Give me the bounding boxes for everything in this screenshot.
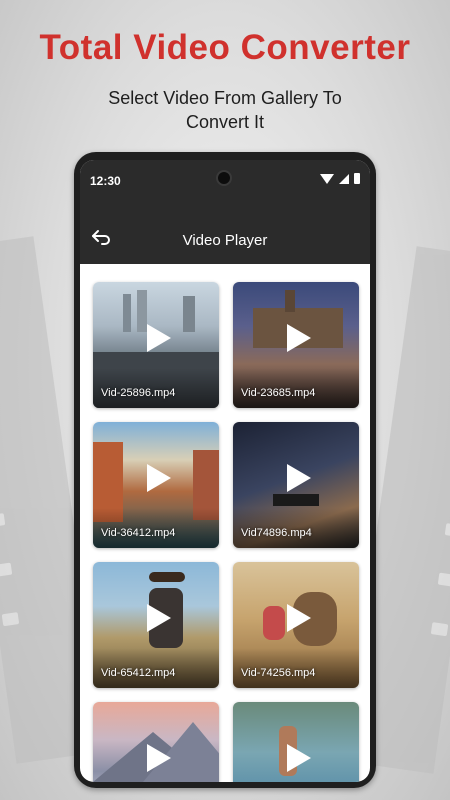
play-icon xyxy=(147,324,171,352)
promo-subline-line-2: Convert It xyxy=(185,112,265,132)
status-icons xyxy=(320,173,360,184)
video-name: Vid-25896.mp4 xyxy=(101,387,176,399)
play-icon xyxy=(287,744,311,772)
video-card[interactable]: Vid74896.mp4 xyxy=(233,422,359,548)
video-name: Vid74896.mp4 xyxy=(241,527,312,539)
video-name: Vid-74256.mp4 xyxy=(241,667,316,679)
video-card[interactable]: Vid-65412.mp4 xyxy=(93,562,219,688)
signal-icon xyxy=(339,173,349,184)
wifi-icon xyxy=(320,173,334,184)
play-icon xyxy=(147,604,171,632)
video-name: Vid-36412.mp4 xyxy=(101,527,176,539)
video-card[interactable]: Vid-74256.mp4 xyxy=(233,562,359,688)
app-bar: 12:30 Video Player xyxy=(80,160,370,264)
promo-subline: Select Video From Gallery To Convert It xyxy=(0,86,450,134)
play-icon xyxy=(147,744,171,772)
promo-headline: Total Video Converter xyxy=(39,28,411,67)
phone-frame: 12:30 Video Player Vid-25896.mp4 Vid-236… xyxy=(74,152,376,788)
phone-screen: 12:30 Video Player Vid-25896.mp4 Vid-236… xyxy=(80,160,370,782)
video-card[interactable] xyxy=(93,702,219,782)
video-card[interactable]: Vid-36412.mp4 xyxy=(93,422,219,548)
video-name: Vid-65412.mp4 xyxy=(101,667,176,679)
play-icon xyxy=(287,324,311,352)
video-card[interactable]: Vid-23685.mp4 xyxy=(233,282,359,408)
battery-icon xyxy=(354,173,360,184)
front-camera xyxy=(216,170,232,186)
video-name: Vid-23685.mp4 xyxy=(241,387,316,399)
play-icon xyxy=(287,464,311,492)
play-icon xyxy=(287,604,311,632)
video-card[interactable]: Vid-25896.mp4 xyxy=(93,282,219,408)
video-card[interactable] xyxy=(233,702,359,782)
app-bar-title: Video Player xyxy=(182,232,268,249)
promo-subline-line-1: Select Video From Gallery To xyxy=(108,88,342,108)
play-icon xyxy=(147,464,171,492)
status-time: 12:30 xyxy=(90,174,121,188)
